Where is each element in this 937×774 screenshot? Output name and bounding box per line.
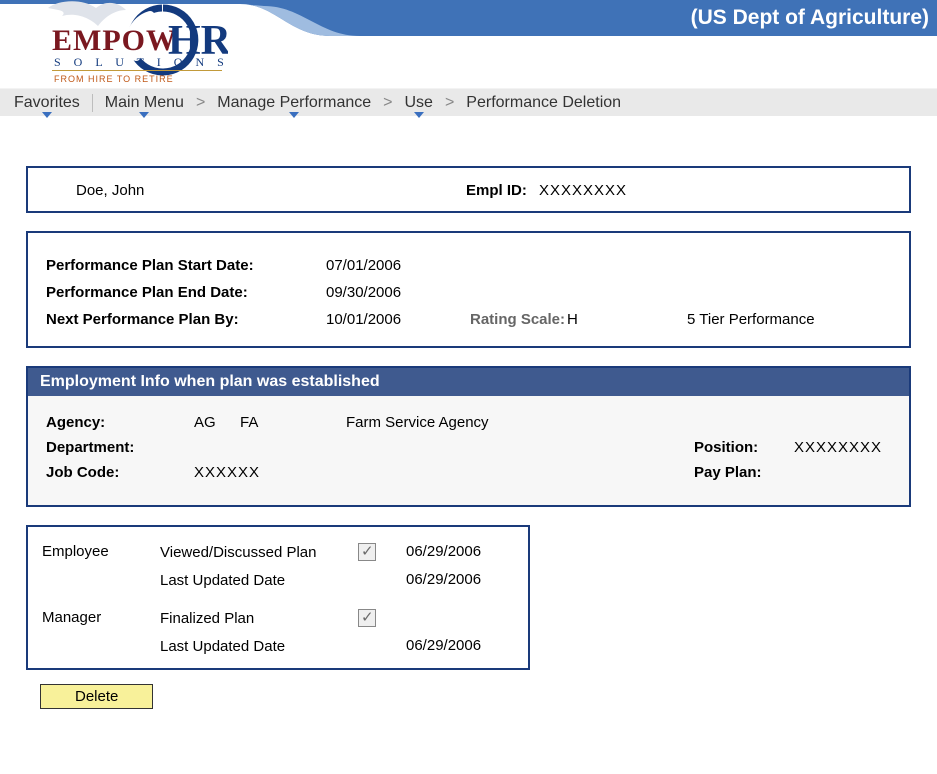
employee-updated-label: Last Updated Date: [160, 567, 358, 591]
chevron-down-icon: [42, 112, 52, 118]
plan-start-label: Performance Plan Start Date:: [46, 257, 326, 274]
chevron-down-icon: [414, 112, 424, 118]
employee-viewed-label: Viewed/Discussed Plan: [160, 539, 358, 563]
breadcrumb-separator: >: [443, 94, 456, 112]
crumb-label: Manage Performance: [217, 94, 371, 111]
rating-scale-code: H: [567, 311, 687, 328]
chevron-down-icon: [139, 112, 149, 118]
crumb-performance-deletion[interactable]: Performance Deletion: [456, 94, 631, 112]
plan-start-date: 07/01/2006: [326, 257, 466, 274]
review-status-box: Employee Viewed/Discussed Plan 06/29/200…: [26, 525, 530, 670]
agency-code-2: FA: [240, 414, 346, 431]
employee-updated-date: 06/29/2006: [406, 567, 481, 588]
department-label: Department:: [46, 439, 194, 456]
svg-text:S O L U T I O N S: S O L U T I O N S: [54, 55, 228, 69]
job-code-label: Job Code:: [46, 464, 194, 481]
review-role-employee: Employee: [42, 539, 160, 560]
pay-plan-label: Pay Plan:: [694, 464, 794, 481]
employee-viewed-date: 06/29/2006: [406, 539, 481, 560]
manager-finalized-checkbox[interactable]: [358, 609, 376, 627]
plan-next-label: Next Performance Plan By:: [46, 311, 326, 328]
plan-end-label: Performance Plan End Date:: [46, 284, 326, 301]
page-content: Doe, John Empl ID: XXXXXXXX Performance …: [0, 116, 937, 729]
job-code-value: XXXXXX: [194, 464, 694, 481]
nav-main-menu-label: Main Menu: [105, 94, 184, 111]
manager-updated-date: 06/29/2006: [406, 633, 481, 654]
empl-id-label: Empl ID:: [466, 182, 527, 199]
crumb-label: Use: [405, 94, 433, 111]
rating-scale-label: Rating Scale:: [470, 311, 565, 328]
delete-button[interactable]: Delete: [40, 684, 153, 709]
nav-favorites[interactable]: Favorites: [4, 94, 90, 112]
nav-main-menu[interactable]: Main Menu: [95, 94, 194, 112]
position-value: XXXXXXXX: [794, 439, 882, 456]
app-logo: EMPOW HR S O L U T I O N S FROM HIRE TO …: [18, 0, 228, 90]
rating-scale-desc: 5 Tier Performance: [687, 311, 815, 328]
nav-favorites-label: Favorites: [14, 94, 80, 111]
department-title: (US Dept of Agriculture): [691, 0, 937, 36]
agency-description: Farm Service Agency: [346, 414, 696, 431]
chevron-down-icon: [289, 112, 299, 118]
employee-viewed-checkbox[interactable]: [358, 543, 376, 561]
breadcrumb-bar: Favorites Main Menu > Manage Performance…: [0, 88, 937, 116]
svg-text:EMPOW: EMPOW: [52, 24, 177, 57]
manager-finalized-label: Finalized Plan: [160, 605, 358, 629]
employee-id-box: Doe, John Empl ID: XXXXXXXX: [26, 166, 911, 213]
review-role-manager: Manager: [42, 605, 160, 626]
employment-info-header: Employment Info when plan was establishe…: [28, 368, 909, 396]
crumb-manage-performance[interactable]: Manage Performance: [207, 94, 381, 112]
employment-info-box: Employment Info when plan was establishe…: [26, 366, 911, 507]
agency-code-1: AG: [194, 414, 240, 431]
position-label: Position:: [694, 439, 794, 456]
plan-end-date: 09/30/2006: [326, 284, 466, 301]
manager-updated-label: Last Updated Date: [160, 633, 358, 657]
svg-text:FROM HIRE TO RETIRE: FROM HIRE TO RETIRE: [54, 74, 174, 84]
plan-dates-box: Performance Plan Start Date: 07/01/2006 …: [26, 231, 911, 348]
nav-divider: [92, 94, 93, 112]
plan-next-date: 10/01/2006: [326, 311, 466, 328]
empl-id-value: XXXXXXXX: [539, 182, 627, 199]
employee-name: Doe, John: [76, 182, 466, 199]
app-header: (US Dept of Agriculture) EMPOW HR S O L …: [0, 0, 937, 88]
breadcrumb-separator: >: [381, 94, 394, 112]
breadcrumb-separator: >: [194, 94, 207, 112]
agency-label: Agency:: [46, 414, 194, 431]
crumb-label: Performance Deletion: [466, 94, 621, 111]
crumb-use[interactable]: Use: [395, 94, 443, 112]
